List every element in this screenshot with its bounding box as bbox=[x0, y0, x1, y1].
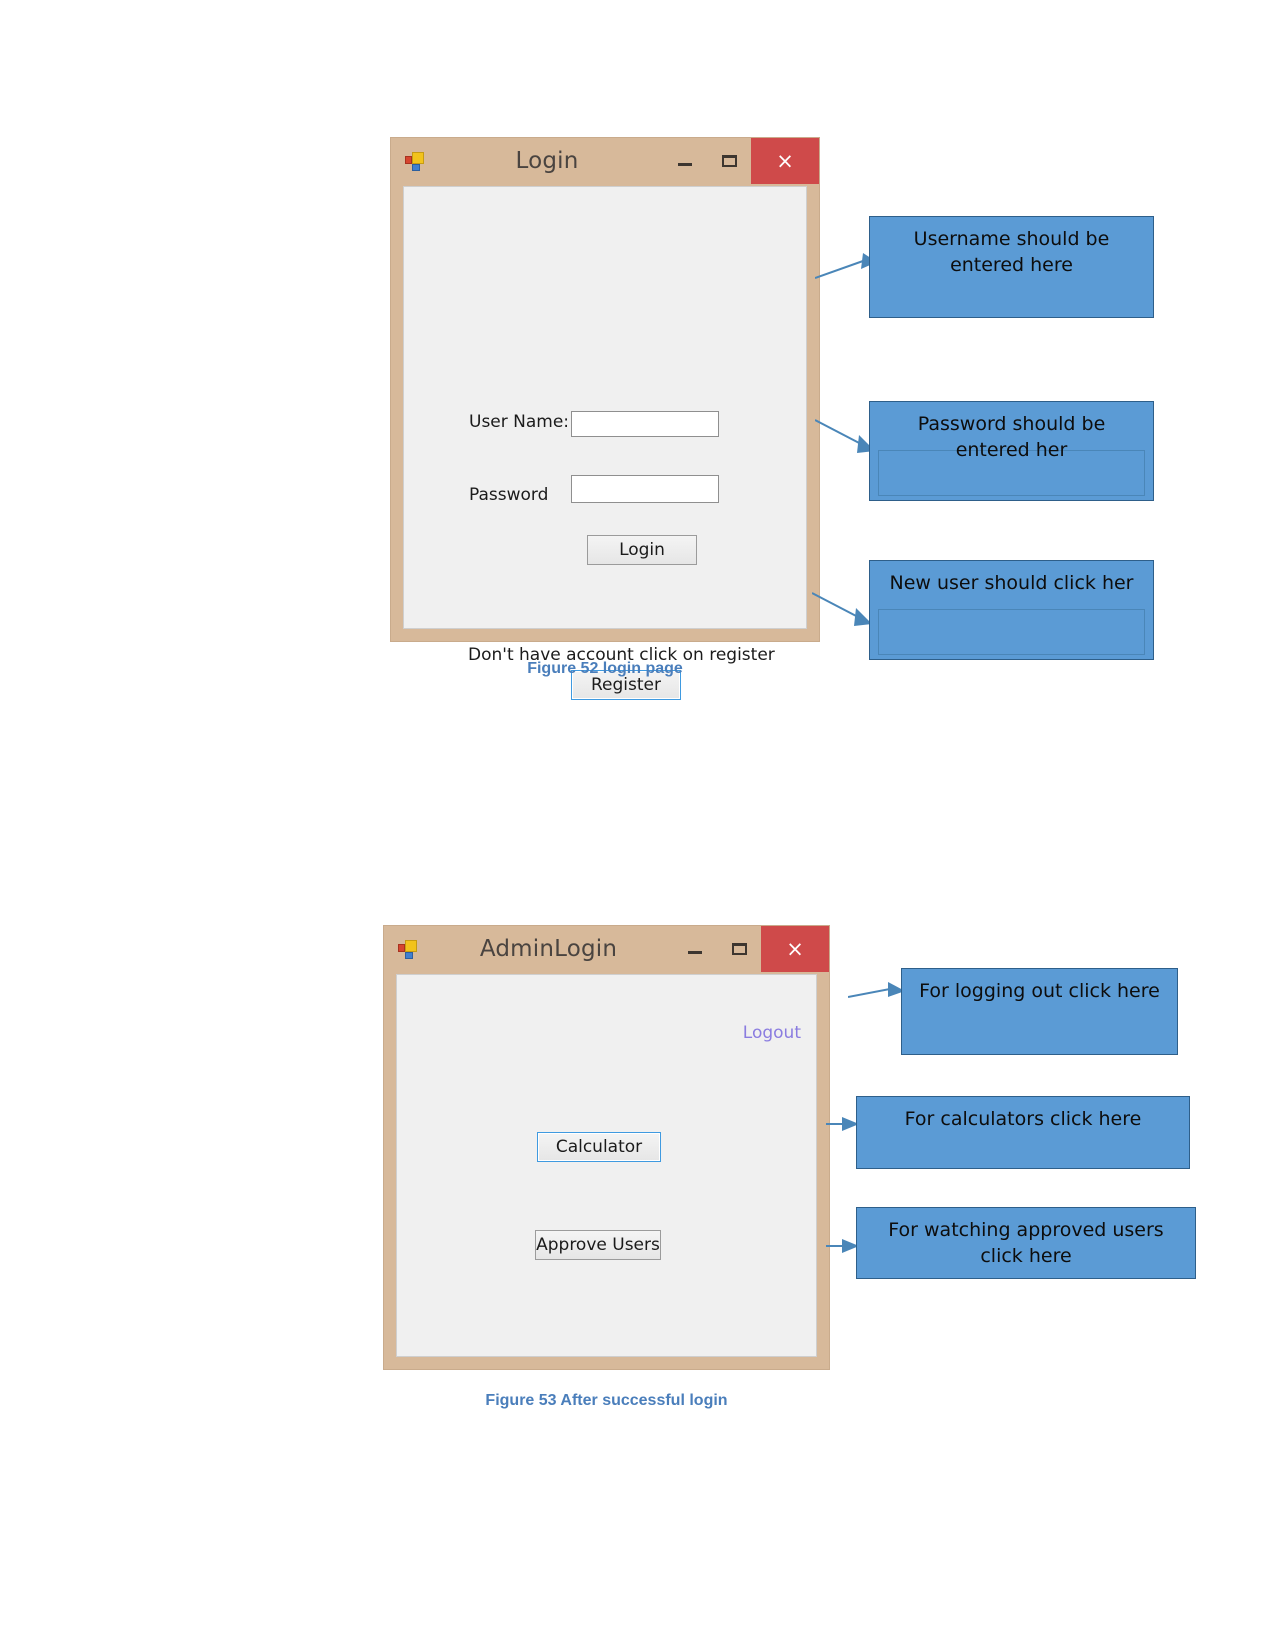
username-label: User Name: bbox=[469, 412, 570, 432]
close-button[interactable]: × bbox=[761, 926, 829, 972]
password-label: Password bbox=[469, 485, 549, 505]
callout-password: Password should be entered her bbox=[869, 401, 1154, 501]
callout-calculator: For calculators click here bbox=[856, 1096, 1190, 1169]
arrow-to-logout-callout bbox=[848, 982, 905, 998]
minimize-button[interactable] bbox=[663, 138, 707, 184]
approve-users-button[interactable]: Approve Users bbox=[535, 1230, 661, 1260]
callout-new-user-inner-box bbox=[878, 609, 1145, 655]
password-input[interactable] bbox=[571, 475, 719, 503]
arrow-to-username-callout bbox=[815, 253, 877, 279]
callout-logout-text: For logging out click here bbox=[919, 980, 1160, 1002]
adminlogin-window-titlebar[interactable]: AdminLogin × bbox=[384, 926, 829, 972]
login-window-body: User Name: Password Login Don't have acc… bbox=[403, 186, 807, 700]
adminlogin-window-body: Logout Calculator Approve Users bbox=[396, 974, 817, 1357]
callout-approve-users-text: For watching approved users click here bbox=[888, 1219, 1164, 1267]
callout-calculator-text: For calculators click here bbox=[904, 1108, 1142, 1130]
maximize-button[interactable] bbox=[707, 138, 751, 184]
callout-new-user: New user should click her bbox=[869, 560, 1154, 660]
arrow-to-calculator-callout bbox=[826, 1117, 859, 1131]
callout-approve-users: For watching approved users click here bbox=[856, 1207, 1196, 1279]
arrow-to-password-callout bbox=[815, 419, 875, 453]
adminlogin-window-controls: × bbox=[673, 926, 829, 972]
arrow-to-approve-users-callout bbox=[826, 1239, 859, 1253]
figure-53-caption: Figure 53 After successful login bbox=[485, 1392, 728, 1409]
username-input[interactable] bbox=[571, 411, 719, 437]
login-window-controls: × bbox=[663, 138, 819, 184]
callout-username-text: Username should be entered here bbox=[913, 228, 1110, 276]
login-button[interactable]: Login bbox=[587, 535, 697, 565]
close-button[interactable]: × bbox=[751, 138, 819, 184]
maximize-button[interactable] bbox=[717, 926, 761, 972]
callout-logout: For logging out click here bbox=[901, 968, 1178, 1055]
login-window[interactable]: Login × User Name: Password Login Don't … bbox=[390, 137, 820, 700]
logout-link[interactable]: Logout bbox=[743, 1023, 801, 1043]
arrow-to-register-callout bbox=[812, 592, 872, 626]
calculator-button[interactable]: Calculator bbox=[537, 1132, 661, 1162]
callout-new-user-text: New user should click her bbox=[889, 572, 1134, 594]
adminlogin-window[interactable]: AdminLogin × Logout Calculator Approve U… bbox=[383, 925, 830, 1370]
minimize-button[interactable] bbox=[673, 926, 717, 972]
login-window-titlebar[interactable]: Login × bbox=[391, 138, 819, 184]
app-windows-forms-icon bbox=[398, 939, 418, 959]
callout-username: Username should be entered here bbox=[869, 216, 1154, 318]
callout-password-text: Password should be entered her bbox=[917, 413, 1106, 461]
figure-52-caption: Figure 52 login page bbox=[527, 660, 683, 677]
app-windows-forms-icon bbox=[405, 151, 425, 171]
